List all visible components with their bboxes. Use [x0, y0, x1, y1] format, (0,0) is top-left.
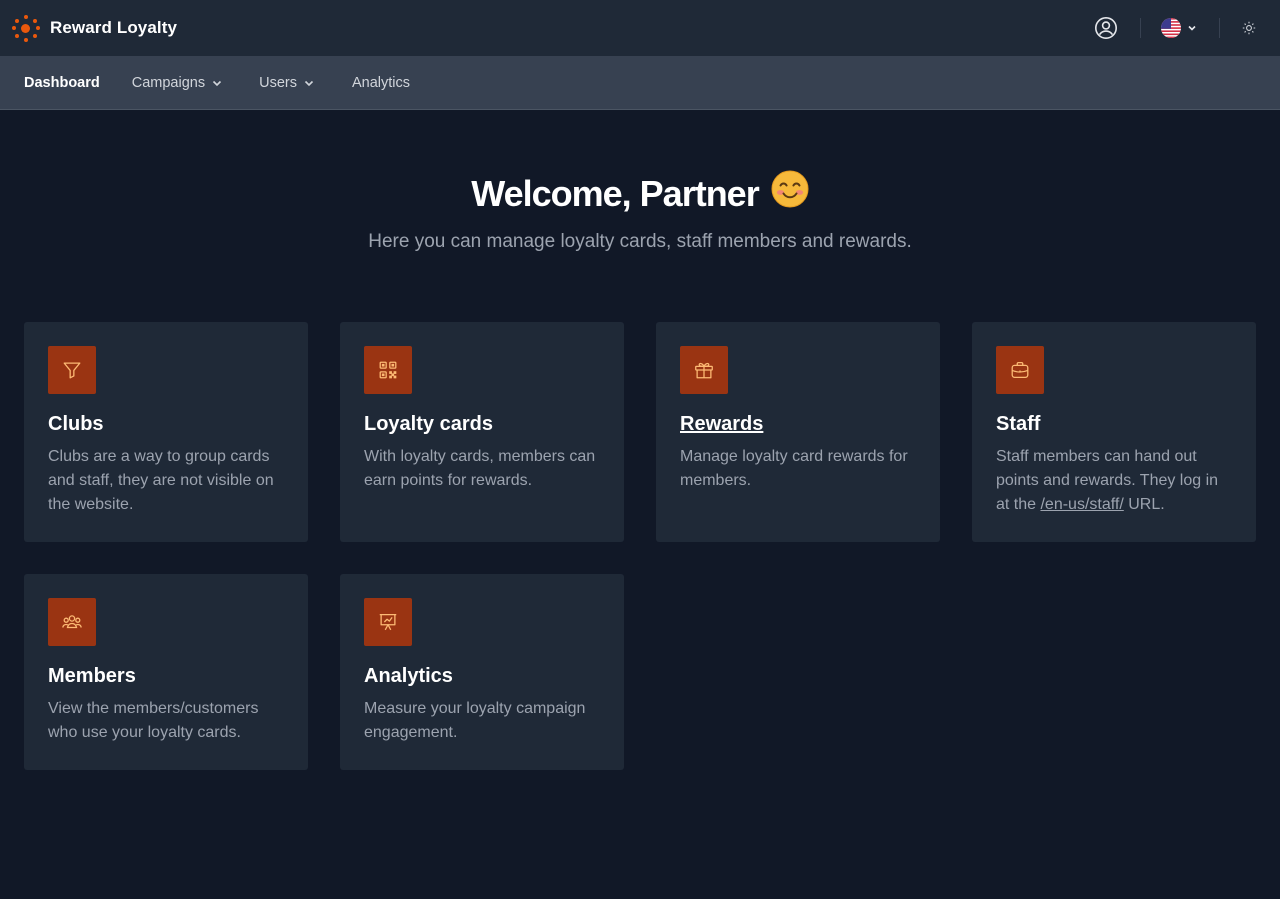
briefcase-icon	[1011, 362, 1029, 378]
nav-analytics[interactable]: Analytics	[352, 56, 410, 110]
card-title: Staff	[996, 413, 1041, 435]
account-button[interactable]	[1094, 16, 1118, 40]
card-icon-tile	[680, 346, 728, 394]
card-title: Members	[48, 665, 136, 687]
brand-logo-icon	[12, 14, 40, 42]
card-description: Manage loyalty card rewards for members.	[680, 448, 908, 489]
card-rewards[interactable]: Rewards Manage loyalty card rewards for …	[656, 322, 940, 542]
nav-dashboard[interactable]: Dashboard	[24, 56, 100, 110]
divider	[1219, 18, 1220, 38]
language-selector[interactable]	[1161, 18, 1197, 38]
chevron-down-icon	[304, 80, 314, 86]
divider	[1140, 18, 1141, 38]
card-icon-tile	[48, 346, 96, 394]
nav-label: Analytics	[351, 74, 410, 91]
users-icon	[62, 615, 82, 629]
main-nav: Dashboard Campaigns Users Analytics	[0, 56, 1280, 110]
card-members[interactable]: Members View the members/customers who u…	[24, 574, 308, 770]
theme-toggle-button[interactable]	[1242, 21, 1256, 35]
page-subtitle: Here you can manage loyalty cards, staff…	[368, 231, 912, 252]
presentation-chart-icon	[379, 614, 397, 631]
nav-campaigns[interactable]: Campaigns	[132, 56, 223, 110]
card-title: Clubs	[48, 413, 104, 435]
card-title: Loyalty cards	[364, 413, 493, 435]
user-circle-icon	[1095, 17, 1117, 39]
card-description: View the members/customers who use your …	[48, 700, 259, 741]
qr-code-icon	[379, 361, 397, 379]
card-icon-tile	[48, 598, 96, 646]
card-icon-tile	[364, 346, 412, 394]
top-bar: Reward Loyalty	[0, 0, 1280, 56]
nav-users[interactable]: Users	[259, 56, 315, 110]
sun-icon	[1242, 21, 1256, 35]
card-title: Analytics	[364, 665, 453, 687]
nav-label: Campaigns	[131, 74, 206, 91]
card-staff[interactable]: Staff Staff members can hand out points …	[972, 322, 1256, 542]
card-analytics[interactable]: Analytics Measure your loyalty campaign …	[340, 574, 624, 770]
nav-label: Dashboard	[24, 74, 100, 91]
chevron-down-icon	[1188, 25, 1196, 31]
card-description: With loyalty cards, members can earn poi…	[364, 448, 596, 489]
card-icon-tile	[364, 598, 412, 646]
page-title: Welcome, Partner	[0, 170, 1280, 217]
funnel-icon	[63, 362, 81, 379]
card-title: Rewards	[680, 413, 764, 435]
card-description: Clubs are a way to group cards and staff…	[48, 448, 274, 513]
card-clubs[interactable]: Clubs Clubs are a way to group cards and…	[24, 322, 308, 542]
nav-label: Users	[259, 74, 297, 91]
staff-url-link[interactable]: /en-us/staff/	[1040, 496, 1123, 513]
brand-home-link[interactable]: Reward Loyalty	[12, 14, 177, 42]
card-description-text: URL.	[1123, 496, 1165, 513]
gift-icon	[695, 362, 713, 379]
chevron-down-icon	[213, 80, 222, 86]
card-loyalty-cards[interactable]: Loyalty cards With loyalty cards, member…	[340, 322, 624, 542]
page-title-text: Welcome, Partner	[471, 172, 759, 214]
card-description: Staff members can hand out points and re…	[996, 445, 1232, 517]
smiling-face-icon	[771, 170, 809, 217]
us-flag-icon	[1161, 18, 1181, 38]
card-description: Measure your loyalty campaign engagement…	[364, 700, 586, 741]
card-icon-tile	[996, 346, 1044, 394]
brand-name: Reward Loyalty	[50, 18, 178, 37]
